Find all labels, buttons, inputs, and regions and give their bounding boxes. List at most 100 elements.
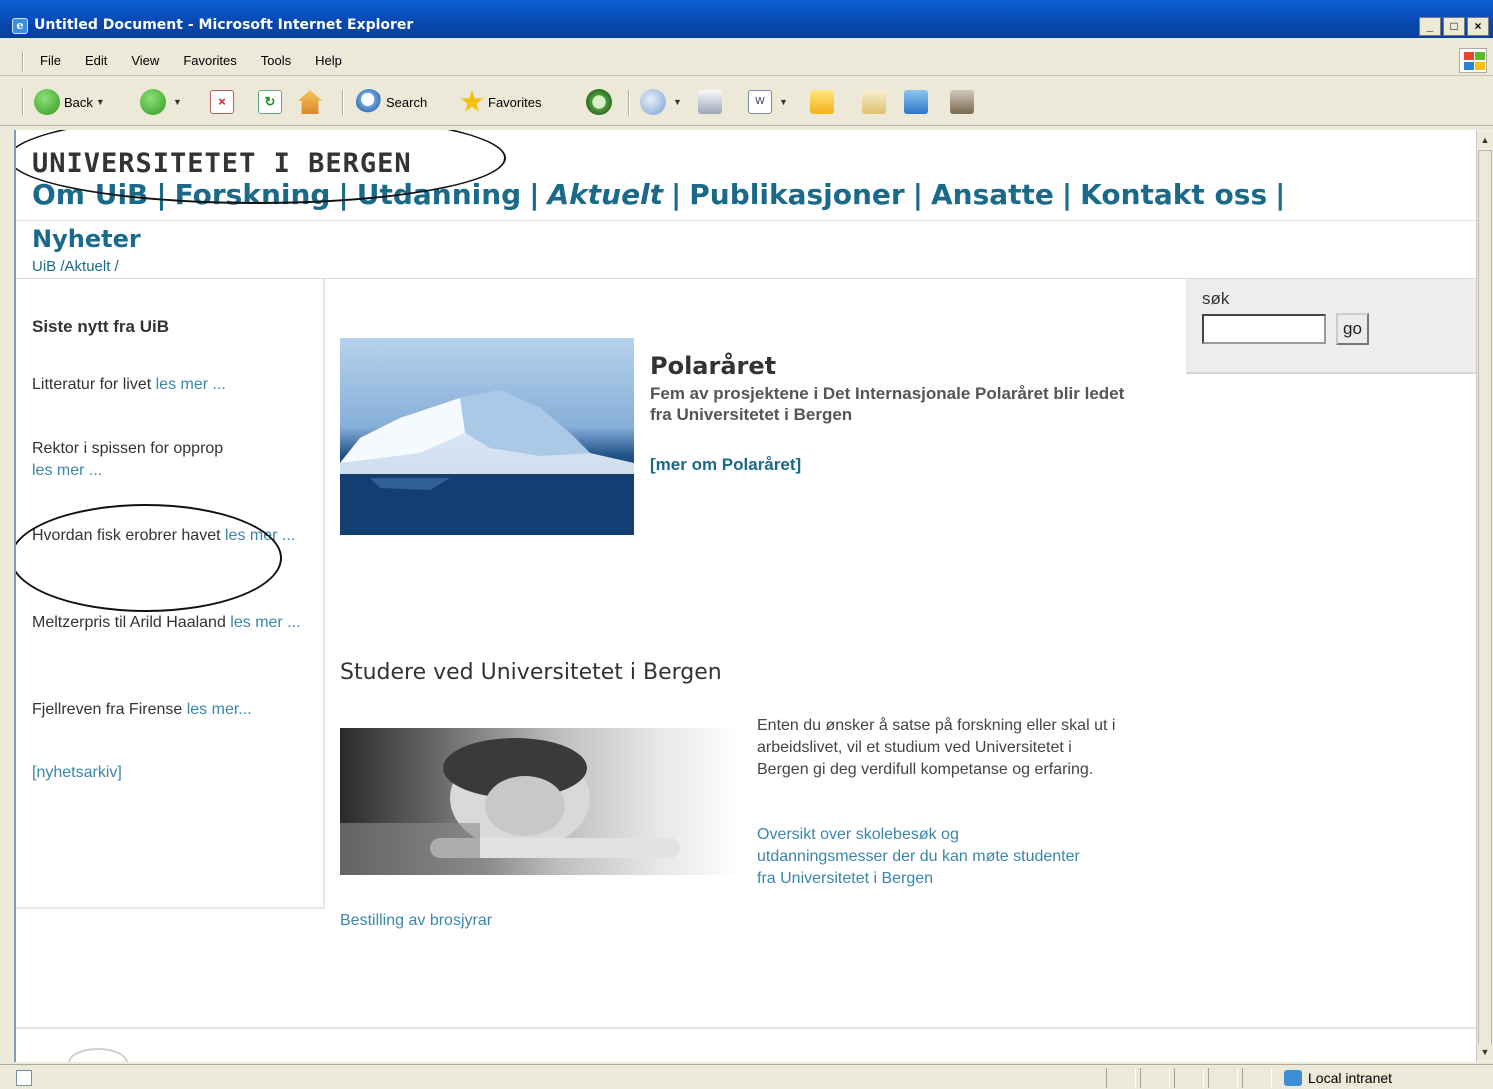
- feature-more-link[interactable]: [mer om Polaråret]: [650, 455, 801, 475]
- print-icon: [698, 90, 722, 114]
- breadcrumb-sep: /: [114, 258, 119, 275]
- toolbar-separator: [628, 90, 630, 116]
- nav-separator: |: [912, 178, 923, 211]
- news-item: Litteratur for livet les mer ...: [32, 374, 302, 396]
- iceberg-image[interactable]: [340, 338, 634, 535]
- student-photo[interactable]: [340, 728, 740, 875]
- search-input[interactable]: [1202, 314, 1326, 344]
- stop-button[interactable]: ×: [210, 87, 238, 117]
- scroll-down-icon[interactable]: ▼: [1477, 1044, 1493, 1060]
- print-button[interactable]: [698, 87, 726, 117]
- news-item: Hvordan fisk erobrer havet les mer ...: [32, 525, 302, 547]
- messenger-button[interactable]: [904, 87, 932, 117]
- favorites-button[interactable]: Favorites: [460, 87, 541, 117]
- nav-kontakt-oss[interactable]: Kontakt oss: [1080, 178, 1267, 211]
- nav-aktuelt[interactable]: Aktuelt: [547, 178, 663, 211]
- feature-description: Fem av prosjektene i Det Internasjonale …: [650, 384, 1125, 424]
- site-title[interactable]: UNIVERSITETET I BERGEN: [32, 148, 412, 179]
- history-button[interactable]: [586, 87, 616, 117]
- nav-publikasjoner[interactable]: Publikasjoner: [689, 178, 904, 211]
- word-edit-icon: W: [748, 90, 772, 114]
- nav-separator: |: [1275, 178, 1286, 211]
- menu-file[interactable]: File: [40, 53, 61, 68]
- menu-favorites[interactable]: Favorites: [183, 53, 236, 68]
- breadcrumb-uib[interactable]: UiB: [32, 258, 56, 275]
- news-item: Meltzerpris til Arild Haaland les mer ..…: [32, 612, 302, 634]
- search-label: søk: [1202, 289, 1230, 308]
- menu-view[interactable]: View: [131, 53, 159, 68]
- menubar-grip[interactable]: [22, 51, 24, 71]
- mail-button[interactable]: ▼: [640, 87, 682, 117]
- menu-edit[interactable]: Edit: [85, 53, 107, 68]
- security-zone-label: Local intranet: [1308, 1070, 1393, 1086]
- news-archive-link[interactable]: [nyhetsarkiv]: [32, 764, 122, 781]
- footer-divider: [16, 1027, 1476, 1029]
- read-more-link[interactable]: les mer ...: [32, 462, 102, 479]
- windows-logo-icon: [1459, 48, 1487, 73]
- toolbar-separator: [342, 90, 344, 116]
- read-more-link[interactable]: les mer ...: [230, 614, 300, 631]
- maximize-button[interactable]: □: [1443, 17, 1465, 36]
- forward-arrow-icon: [140, 89, 166, 115]
- status-cell: [1106, 1068, 1136, 1088]
- feature-title[interactable]: Polaråret: [650, 352, 776, 380]
- read-more-link[interactable]: les mer...: [187, 701, 252, 718]
- news-item-text: Meltzerpris til Arild Haaland: [32, 614, 231, 631]
- forward-button[interactable]: ▼: [140, 87, 182, 117]
- edit-button[interactable]: W ▼: [748, 87, 788, 117]
- iceberg-illustration: [340, 390, 634, 535]
- search-panel: søk go: [1186, 279, 1476, 374]
- read-more-link[interactable]: les mer ...: [225, 527, 295, 544]
- nav-ansatte[interactable]: Ansatte: [931, 178, 1054, 211]
- research-button[interactable]: [862, 87, 890, 117]
- menu-tools[interactable]: Tools: [261, 53, 291, 68]
- close-button[interactable]: ×: [1467, 17, 1489, 36]
- news-item-text: Hvordan fisk erobrer havet: [32, 527, 225, 544]
- notes-icon: [810, 90, 834, 114]
- nav-separator: |: [529, 178, 540, 211]
- search-go-button[interactable]: go: [1336, 313, 1369, 345]
- page-viewport[interactable]: UNIVERSITETET I BERGEN Om UiB | Forskning |…: [14, 130, 1476, 1062]
- toolbar-grip[interactable]: [22, 88, 24, 116]
- breadcrumb-aktuelt[interactable]: Aktuelt: [65, 258, 111, 275]
- back-button[interactable]: Back ▼: [34, 87, 105, 117]
- window-controls: _ □ ×: [1419, 17, 1489, 36]
- forward-dropdown-icon[interactable]: ▼: [173, 97, 182, 107]
- refresh-button[interactable]: ↻: [258, 87, 286, 117]
- page-title: Nyheter: [32, 225, 141, 253]
- nav-om-uib[interactable]: Om UiB: [32, 178, 148, 211]
- security-zone[interactable]: Local intranet: [1284, 1068, 1392, 1088]
- minimize-button[interactable]: _: [1419, 17, 1441, 36]
- home-button[interactable]: [298, 87, 326, 117]
- star-icon: [460, 90, 484, 112]
- scroll-thumb[interactable]: [1478, 150, 1492, 1050]
- footer-logo-icon: [68, 1048, 128, 1062]
- brochure-link[interactable]: Bestilling av brosjyrar: [340, 912, 492, 930]
- search-button[interactable]: Search: [356, 87, 427, 117]
- read-more-link[interactable]: les mer ...: [156, 376, 226, 393]
- media-button[interactable]: [950, 87, 978, 117]
- mail-dropdown-icon[interactable]: ▼: [673, 97, 682, 107]
- mail-icon: [640, 89, 666, 115]
- menu-help[interactable]: Help: [315, 53, 342, 68]
- study-text: Enten du ønsker å satse på forskning ell…: [757, 717, 1116, 778]
- scroll-up-icon[interactable]: ▲: [1477, 132, 1493, 148]
- student-illustration: [340, 738, 680, 875]
- back-label: Back: [64, 94, 93, 110]
- nav-separator: |: [338, 178, 349, 211]
- status-cell: [1242, 1068, 1272, 1088]
- discuss-button[interactable]: [810, 87, 838, 117]
- vertical-scrollbar[interactable]: ▲ ▼: [1476, 130, 1493, 1062]
- ie-app-icon[interactable]: e: [12, 18, 28, 34]
- study-events-link[interactable]: Oversikt over skolebesøk og utdanningsme…: [757, 824, 1087, 890]
- home-icon: [298, 90, 322, 114]
- nav-utdanning[interactable]: Utdanning: [357, 178, 522, 211]
- nav-forskning[interactable]: Forskning: [175, 178, 331, 211]
- edit-dropdown-icon[interactable]: ▼: [779, 97, 788, 107]
- back-dropdown-icon[interactable]: ▼: [96, 97, 105, 107]
- news-heading: Siste nytt fra UiB: [32, 317, 169, 336]
- news-item: Rektor i spissen for opprop les mer ...: [32, 438, 302, 482]
- refresh-icon: ↻: [258, 90, 282, 114]
- search-label: Search: [386, 94, 428, 110]
- menu-bar: File Edit View Favorites Tools Help: [0, 45, 1493, 76]
